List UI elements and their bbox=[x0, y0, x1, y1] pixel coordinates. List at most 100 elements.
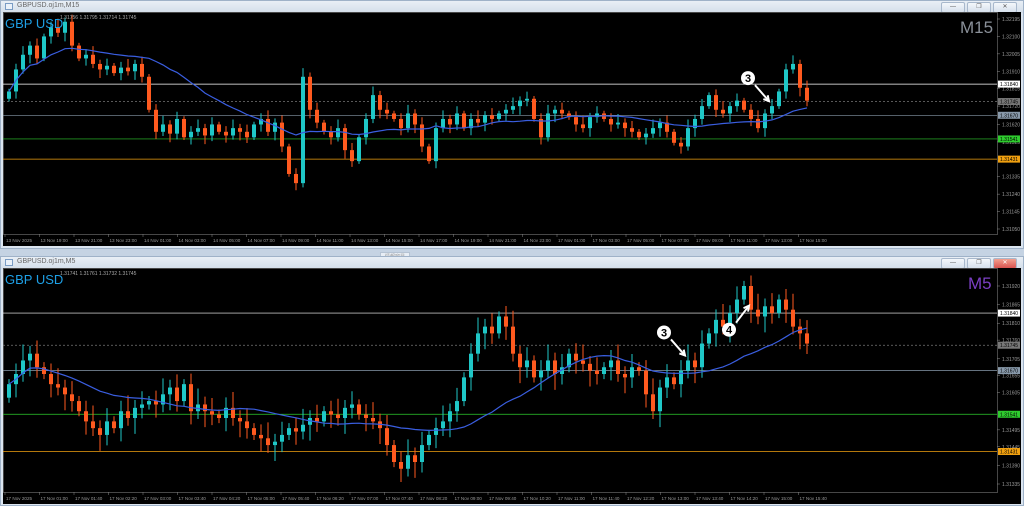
bull-candle bbox=[7, 91, 11, 99]
x-tick-label: 17 Nov 03:00 bbox=[593, 238, 621, 243]
bear-candle bbox=[490, 326, 494, 334]
x-tick-label: 17 Nov 10:20 bbox=[524, 496, 552, 501]
bear-candle bbox=[238, 418, 242, 422]
bear-candle bbox=[385, 428, 389, 446]
ohlc-readout: 1.31756 1.31795 1.31714 1.31745 bbox=[60, 15, 137, 21]
y-tick-label: 1.31705 bbox=[1002, 357, 1020, 363]
x-tick-label: 14 Nov 09:00 bbox=[282, 238, 310, 243]
bull-candle bbox=[609, 360, 613, 368]
x-tick-label: 17 Nov 09:00 bbox=[696, 238, 724, 243]
bull-candle bbox=[539, 370, 543, 378]
y-tick-label: 1.31240 bbox=[1002, 192, 1020, 198]
bear-candle bbox=[56, 384, 60, 388]
bear-candle bbox=[371, 418, 375, 422]
price-level-label: 1.31541 bbox=[1000, 137, 1018, 143]
price-chart-m5[interactable]: 1.319201.318651.318101.317601.317051.316… bbox=[3, 268, 1021, 504]
x-tick-label: 17 Nov 03:40 bbox=[179, 496, 207, 501]
bull-candle bbox=[728, 106, 732, 114]
x-tick-label: 17 Nov 04:20 bbox=[213, 496, 241, 501]
x-tick-label: 13 Nov 2025 bbox=[6, 238, 32, 243]
bear-candle bbox=[609, 118, 613, 125]
bear-candle bbox=[791, 309, 795, 327]
bear-candle bbox=[315, 109, 319, 123]
bull-candle bbox=[763, 306, 767, 317]
bear-candle bbox=[266, 118, 270, 132]
bear-candle bbox=[637, 131, 641, 138]
bull-candle bbox=[133, 407, 137, 418]
bull-candle bbox=[280, 434, 284, 442]
bull-candle bbox=[518, 100, 522, 107]
bull-candle bbox=[483, 115, 487, 123]
bear-candle bbox=[616, 360, 620, 374]
bull-candle bbox=[168, 387, 172, 395]
bull-candle bbox=[511, 106, 515, 110]
price-level-label: 1.31431 bbox=[1000, 157, 1018, 163]
bull-candle bbox=[336, 128, 340, 138]
bear-candle bbox=[532, 360, 536, 378]
y-tick-label: 1.31910 bbox=[1002, 69, 1020, 75]
bear-candle bbox=[644, 370, 648, 395]
bear-candle bbox=[112, 65, 116, 74]
bull-candle bbox=[427, 434, 431, 446]
y-tick-label: 1.32100 bbox=[1002, 34, 1020, 40]
bear-candle bbox=[322, 122, 326, 132]
x-tick-label: 14 Nov 03:00 bbox=[179, 238, 207, 243]
bull-candle bbox=[147, 401, 151, 405]
bear-candle bbox=[203, 128, 207, 136]
bull-candle bbox=[161, 124, 165, 132]
x-tick-label: 14 Nov 01:00 bbox=[144, 238, 172, 243]
x-tick-label: 17 Nov 07:00 bbox=[351, 496, 379, 501]
bear-candle bbox=[308, 76, 312, 110]
bull-candle bbox=[322, 411, 326, 422]
bull-candle bbox=[441, 118, 445, 129]
bear-candle bbox=[175, 387, 179, 402]
bull-candle bbox=[658, 122, 662, 129]
bull-candle bbox=[784, 69, 788, 92]
chart-window-icon bbox=[5, 259, 13, 266]
bear-candle bbox=[553, 360, 557, 374]
x-tick-label: 17 Nov 01:40 bbox=[75, 496, 103, 501]
bull-candle bbox=[273, 122, 277, 132]
x-tick-label: 13 Nov 23:00 bbox=[110, 238, 138, 243]
bear-candle bbox=[462, 113, 466, 129]
x-tick-label: 17 Nov 13:00 bbox=[765, 238, 793, 243]
x-tick-label: 14 Nov 11:00 bbox=[317, 238, 344, 243]
bear-candle bbox=[721, 109, 725, 114]
y-tick-label: 1.31335 bbox=[1002, 175, 1020, 181]
price-chart-m15[interactable]: 1.321951.321001.320051.319101.318151.317… bbox=[3, 12, 1021, 246]
y-tick-label: 1.32195 bbox=[1002, 17, 1020, 23]
bear-candle bbox=[574, 117, 578, 125]
x-tick-label: 17 Nov 11:00 bbox=[558, 496, 585, 501]
bull-candle bbox=[357, 137, 361, 162]
bear-candle bbox=[329, 411, 333, 415]
window-title: GBPUSD.oj1m,M5 bbox=[17, 258, 76, 265]
bull-candle bbox=[630, 367, 634, 378]
y-tick-label: 1.31495 bbox=[1002, 428, 1020, 434]
bull-candle bbox=[28, 45, 32, 55]
bull-candle bbox=[441, 421, 445, 429]
bull-candle bbox=[665, 377, 669, 388]
bear-candle bbox=[749, 109, 753, 119]
bull-candle bbox=[448, 411, 452, 422]
x-tick-label: 14 Nov 19:00 bbox=[455, 238, 483, 243]
bull-candle bbox=[546, 113, 550, 138]
bear-candle bbox=[280, 122, 284, 147]
bear-candle bbox=[574, 353, 578, 361]
price-level-label: 1.31745 bbox=[1000, 343, 1018, 349]
price-level-label: 1.31745 bbox=[1000, 100, 1018, 106]
bull-candle bbox=[406, 113, 410, 129]
bull-candle bbox=[7, 384, 11, 398]
bull-candle bbox=[469, 353, 473, 378]
bear-candle bbox=[756, 118, 760, 129]
bear-candle bbox=[518, 353, 522, 368]
chart-window-icon bbox=[5, 3, 13, 10]
y-tick-label: 1.31605 bbox=[1002, 391, 1020, 397]
bear-candle bbox=[742, 100, 746, 110]
bear-candle bbox=[252, 428, 256, 435]
x-tick-label: 17 Nov 05:40 bbox=[282, 496, 310, 501]
bull-candle bbox=[707, 333, 711, 344]
y-tick-label: 1.32005 bbox=[1002, 52, 1020, 58]
bull-candle bbox=[406, 455, 410, 469]
y-tick-label: 1.31920 bbox=[1002, 284, 1020, 290]
bull-candle bbox=[189, 131, 193, 138]
